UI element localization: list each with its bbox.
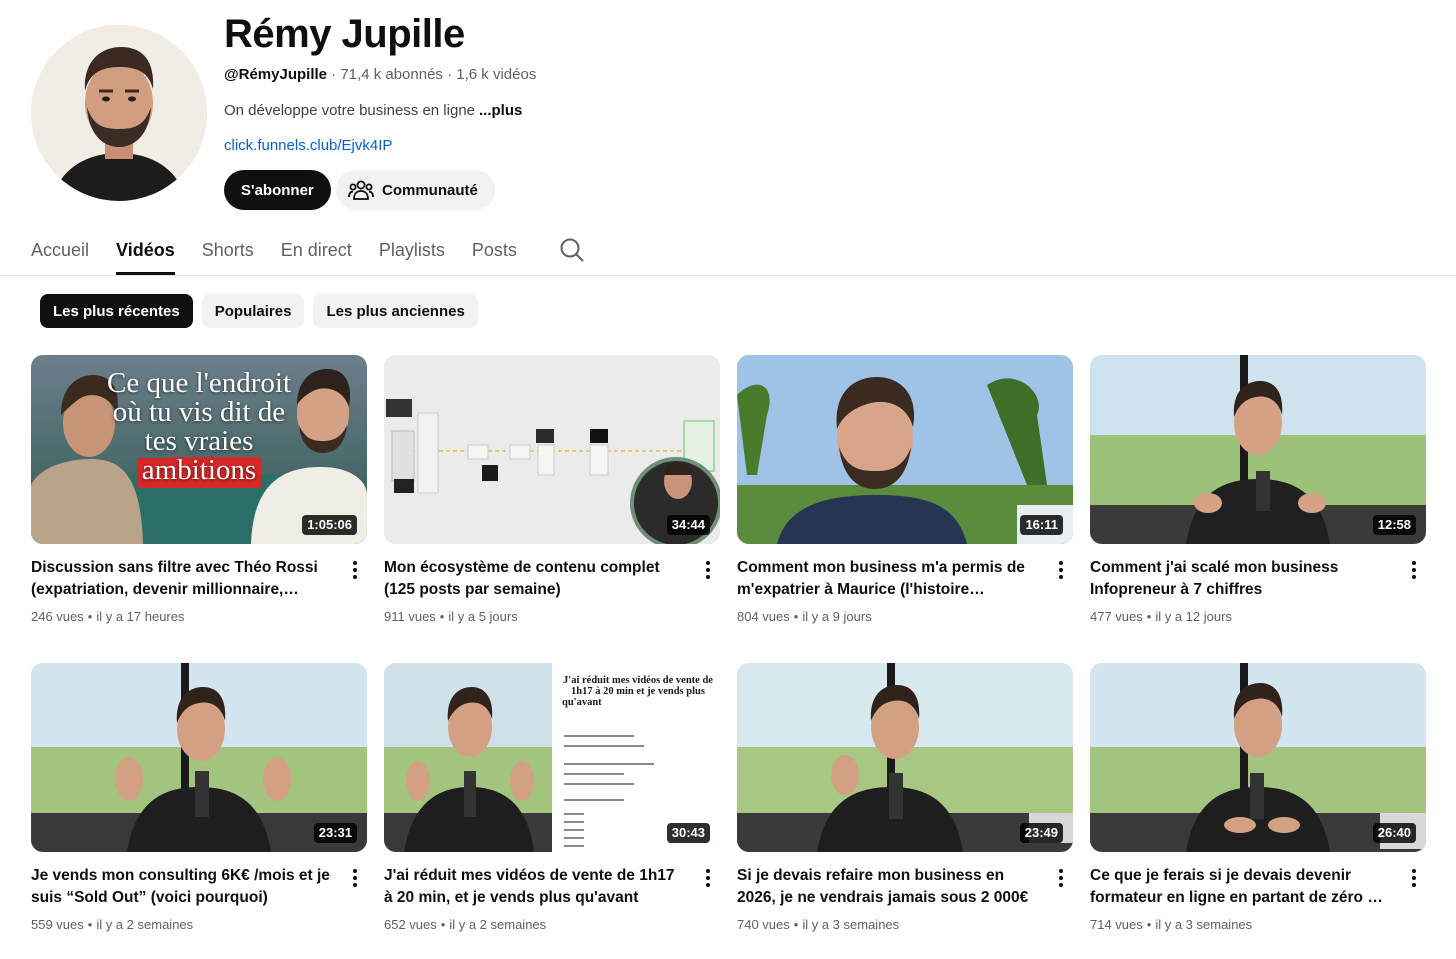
description-text: On développe votre business en ligne bbox=[224, 102, 476, 119]
upload-age: il y a 3 semaines bbox=[1155, 917, 1253, 932]
more-vert-icon[interactable] bbox=[1051, 559, 1071, 581]
search-icon[interactable] bbox=[559, 237, 585, 263]
video-card[interactable]: 34:44 Mon écosystème de contenu complet … bbox=[384, 355, 720, 624]
upload-age: il y a 3 semaines bbox=[802, 917, 900, 932]
video-stats: 477 vues • il y a 12 jours bbox=[1090, 609, 1232, 624]
video-title[interactable]: Je vends mon consulting 6K€ /mois et je … bbox=[31, 865, 331, 909]
video-card[interactable]: 23:31 Je vends mon consulting 6K€ /mois … bbox=[31, 663, 367, 932]
video-title[interactable]: Mon écosystème de contenu complet (125 p… bbox=[384, 557, 684, 601]
video-stats: 714 vues • il y a 3 semaines bbox=[1090, 917, 1253, 932]
more-vert-icon[interactable] bbox=[698, 559, 718, 581]
view-count: 804 vues bbox=[737, 609, 790, 624]
video-stats: 559 vues • il y a 2 semaines bbox=[31, 917, 194, 932]
video-stats: 804 vues • il y a 9 jours bbox=[737, 609, 872, 624]
video-card[interactable]: Ce que l'endroit où tu vis dit de tes vr… bbox=[31, 355, 367, 624]
video-duration: 26:40 bbox=[1372, 823, 1416, 843]
more-vert-icon[interactable] bbox=[345, 559, 365, 581]
video-thumbnail[interactable]: Ce que l'endroit où tu vis dit de tes vr… bbox=[31, 355, 367, 544]
more-vert-icon[interactable] bbox=[1404, 867, 1424, 889]
view-count: 559 vues bbox=[31, 917, 84, 932]
channel-meta: @RémyJupille · 71,4 k abonnés · 1,6 k vi… bbox=[224, 66, 536, 83]
video-thumbnail[interactable]: 16:11 bbox=[737, 355, 1073, 544]
video-duration: 12:58 bbox=[1372, 515, 1416, 535]
channel-avatar[interactable] bbox=[31, 25, 207, 201]
video-card[interactable]: 16:11 Comment mon business m'a permis de… bbox=[737, 355, 1073, 624]
video-title[interactable]: Comment j'ai scalé mon business Infopren… bbox=[1090, 557, 1390, 601]
tab-en-direct[interactable]: En direct bbox=[281, 231, 352, 275]
sort-chips: Les plus récentes Populaires Les plus an… bbox=[40, 294, 478, 328]
video-card[interactable]: 26:40 Ce que je ferais si je devais deve… bbox=[1090, 663, 1426, 932]
video-title[interactable]: Si je devais refaire mon business en 202… bbox=[737, 865, 1037, 909]
video-duration: 30:43 bbox=[666, 823, 710, 843]
video-thumbnail[interactable]: 34:44 bbox=[384, 355, 720, 544]
more-vert-icon[interactable] bbox=[1051, 867, 1071, 889]
channel-tabs: Accueil Vidéos Shorts En direct Playlist… bbox=[31, 231, 585, 275]
community-icon bbox=[348, 180, 374, 200]
video-duration: 1:05:06 bbox=[302, 515, 357, 535]
upload-age: il y a 5 jours bbox=[448, 609, 518, 624]
upload-age: il y a 12 jours bbox=[1155, 609, 1232, 624]
chip-les-plus-recentes[interactable]: Les plus récentes bbox=[40, 294, 193, 328]
video-duration: 23:49 bbox=[1019, 823, 1063, 843]
more-vert-icon[interactable] bbox=[345, 867, 365, 889]
video-thumbnail[interactable]: J'ai réduit mes vidéos de vente de 1h17 … bbox=[384, 663, 720, 852]
video-card[interactable]: 23:49 Si je devais refaire mon business … bbox=[737, 663, 1073, 932]
view-count: 246 vues bbox=[31, 609, 84, 624]
video-thumbnail[interactable]: 23:49 bbox=[737, 663, 1073, 852]
tab-shorts[interactable]: Shorts bbox=[202, 231, 254, 275]
upload-age: il y a 2 semaines bbox=[449, 917, 547, 932]
video-card[interactable]: J'ai réduit mes vidéos de vente de 1h17 … bbox=[384, 663, 720, 932]
tabs-divider bbox=[0, 275, 1456, 276]
video-card[interactable]: 12:58 Comment j'ai scalé mon business In… bbox=[1090, 355, 1426, 624]
subscriber-count: 71,4 k abonnés bbox=[340, 66, 443, 83]
video-stats: 911 vues • il y a 5 jours bbox=[384, 609, 518, 624]
video-stats: 652 vues • il y a 2 semaines bbox=[384, 917, 547, 932]
meta-separator: · bbox=[447, 66, 453, 83]
tab-accueil[interactable]: Accueil bbox=[31, 231, 89, 275]
view-count: 740 vues bbox=[737, 917, 790, 932]
video-thumbnail[interactable]: 23:31 bbox=[31, 663, 367, 852]
upload-age: il y a 9 jours bbox=[802, 609, 872, 624]
channel-handle: @RémyJupille bbox=[224, 66, 327, 83]
thumbnail-caption: Ce que l'endroit où tu vis dit de tes vr… bbox=[107, 367, 292, 486]
more-vert-icon[interactable] bbox=[698, 867, 718, 889]
meta-separator: · bbox=[331, 66, 337, 83]
more-vert-icon[interactable] bbox=[1404, 559, 1424, 581]
video-count: 1,6 k vidéos bbox=[456, 66, 537, 83]
video-stats: 740 vues • il y a 3 semaines bbox=[737, 917, 900, 932]
tab-playlists[interactable]: Playlists bbox=[379, 231, 445, 275]
community-label: Communauté bbox=[382, 181, 478, 199]
video-thumbnail[interactable]: 26:40 bbox=[1090, 663, 1426, 852]
video-thumbnail[interactable]: 12:58 bbox=[1090, 355, 1426, 544]
video-duration: 23:31 bbox=[313, 823, 357, 843]
channel-external-link[interactable]: click.funnels.club/Ejvk4IP bbox=[224, 137, 392, 154]
chip-les-plus-anciennes[interactable]: Les plus anciennes bbox=[313, 294, 478, 328]
subscribe-button[interactable]: S'abonner bbox=[224, 170, 331, 210]
video-title[interactable]: Discussion sans filtre avec Théo Rossi (… bbox=[31, 557, 331, 601]
video-duration: 34:44 bbox=[666, 515, 710, 535]
view-count: 477 vues bbox=[1090, 609, 1143, 624]
video-title[interactable]: Ce que je ferais si je devais devenir fo… bbox=[1090, 865, 1390, 909]
view-count: 911 vues bbox=[384, 609, 436, 624]
thumbnail-caption: J'ai réduit mes vidéos de vente de 1h17 … bbox=[562, 675, 713, 708]
upload-age: il y a 17 heures bbox=[96, 609, 185, 624]
view-count: 652 vues bbox=[384, 917, 437, 932]
video-duration: 16:11 bbox=[1020, 515, 1063, 535]
video-stats: 246 vues • il y a 17 heures bbox=[31, 609, 185, 624]
upload-age: il y a 2 semaines bbox=[96, 917, 194, 932]
chip-populaires[interactable]: Populaires bbox=[201, 294, 305, 328]
tab-posts[interactable]: Posts bbox=[472, 231, 517, 275]
video-title[interactable]: Comment mon business m'a permis de m'exp… bbox=[737, 557, 1037, 601]
view-count: 714 vues bbox=[1090, 917, 1143, 932]
tab-videos[interactable]: Vidéos bbox=[116, 231, 175, 275]
description-more-link[interactable]: ...plus bbox=[479, 102, 522, 119]
video-title[interactable]: J'ai réduit mes vidéos de vente de 1h17 … bbox=[384, 865, 684, 909]
community-button[interactable]: Communauté bbox=[336, 170, 495, 210]
channel-title: Rémy Jupille bbox=[224, 12, 465, 56]
channel-description[interactable]: On développe votre business en ligne ...p… bbox=[224, 102, 522, 119]
